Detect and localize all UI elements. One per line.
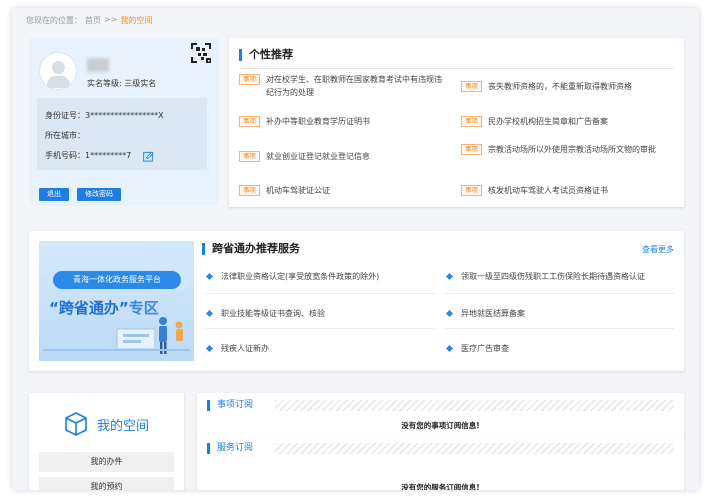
cross-service-text[interactable]: 法律职业资格认定(享受放宽条件政策的除外) xyxy=(221,271,379,282)
id-label: 身份证号： xyxy=(45,111,85,120)
cross-province-card: 青海一体化政务服务平台 “跨省通办”专区 跨省通办推荐服务 查看更多 法律职业资… xyxy=(29,231,684,371)
breadcrumb-prefix: 您现在的位置： xyxy=(26,16,82,25)
item-tag: 事项 xyxy=(461,81,482,92)
city-row: 所在城市： xyxy=(45,126,199,146)
divider xyxy=(445,328,674,329)
rec-item-text[interactable]: 宗教活动场所以外使用宗教活动场所文物的审批 xyxy=(488,143,656,156)
cross-province-banner[interactable]: 青海一体化政务服务平台 “跨省通办”专区 xyxy=(39,241,194,361)
diamond-bullet-icon xyxy=(205,309,214,317)
phone-label: 手机号码： xyxy=(45,151,85,160)
rec-item[interactable]: 事项 补办中等职业教育学历证明书 xyxy=(239,115,444,128)
rec-item[interactable]: 事项 宗教活动场所以外使用宗教活动场所文物的审批 xyxy=(461,143,666,156)
decorative-stripes xyxy=(275,443,674,454)
breadcrumb: 您现在的位置： 首页 >> 我的空间 xyxy=(26,15,152,26)
cross-service-text[interactable]: 医疗广告审查 xyxy=(461,343,509,354)
service-subscription-card: 服务订阅 没有您的服务订阅信息! xyxy=(197,436,684,490)
rec-item-text[interactable]: 补办中等职业教育学历证明书 xyxy=(266,115,370,128)
rec-item[interactable]: 事项 核发机动车驾驶人考试员资格证书 xyxy=(461,184,666,197)
service-subscription-title: 服务订阅 xyxy=(207,443,253,454)
banner-heading-zone: 专区 xyxy=(128,299,159,317)
see-more-link[interactable]: 查看更多 xyxy=(642,244,674,255)
item-tag: 事项 xyxy=(461,185,482,196)
diamond-bullet-icon xyxy=(205,272,214,280)
rec-item[interactable]: 事项 丧失教师资格的，不能重新取得教师资格 xyxy=(461,80,666,93)
rec-item-text[interactable]: 机动车驾驶证公证 xyxy=(266,184,330,197)
rec-item[interactable]: 事项 就业创业证登记就业登记信息 xyxy=(239,150,444,163)
cross-province-title: 跨省通办推荐服务 xyxy=(202,243,300,255)
rec-item-text[interactable]: 丧失教师资格的，不能重新取得教师资格 xyxy=(488,80,632,93)
item-tag: 事项 xyxy=(461,144,482,155)
divider xyxy=(239,68,674,69)
divider xyxy=(445,293,674,294)
cross-service-text[interactable]: 职业技能等级证书查询、核验 xyxy=(221,308,325,319)
item-tag: 事项 xyxy=(239,151,260,162)
rec-item-text[interactable]: 就业创业证登记就业登记信息 xyxy=(266,150,370,163)
cube-icon xyxy=(65,412,87,436)
diamond-bullet-icon xyxy=(205,344,214,352)
id-value: 3*****************X xyxy=(85,111,164,120)
my-space-item[interactable]: 我的办件 xyxy=(39,452,174,472)
item-tag: 事项 xyxy=(239,74,260,85)
cross-service-item[interactable]: 残疾人证新办 xyxy=(205,341,269,355)
banner-platform-label: 青海一体化政务服务平台 xyxy=(53,271,181,289)
item-tag: 事项 xyxy=(239,185,260,196)
city-label: 所在城市： xyxy=(45,131,85,140)
divider xyxy=(205,293,435,294)
user-info-panel: 实名等级: 三级实名 身份证号： 3*****************X 所在城… xyxy=(29,38,219,206)
phone-row: 手机号码： 1*********7 xyxy=(45,146,199,166)
item-subscription-empty-message: 没有您的事项订阅信息! xyxy=(401,421,480,430)
diamond-bullet-icon xyxy=(445,272,454,280)
edit-icon[interactable] xyxy=(143,151,154,162)
cross-service-text[interactable]: 异地就医结算备案 xyxy=(461,308,525,319)
my-space-title: 我的空间 xyxy=(97,419,150,434)
item-tag: 事项 xyxy=(461,116,482,127)
diamond-bullet-icon xyxy=(445,309,454,317)
rec-item[interactable]: 事项 机动车驾驶证公证 xyxy=(239,184,444,197)
user-actions: 退出 修改密码 xyxy=(39,188,121,201)
item-subscription-card: 事项订阅 没有您的事项订阅信息! xyxy=(197,393,684,438)
qr-code-icon[interactable] xyxy=(189,41,213,65)
avatar xyxy=(39,52,77,90)
item-subscription-title: 事项订阅 xyxy=(207,400,253,411)
cross-service-item[interactable]: 医疗广告审查 xyxy=(445,341,509,355)
page-frame: 您现在的位置： 首页 >> 我的空间 实名等级: 三级实名 身份证号： 3***… xyxy=(12,8,699,490)
breadcrumb-home[interactable]: 首页 xyxy=(85,15,101,26)
item-tag: 事项 xyxy=(239,116,260,127)
user-details: 身份证号： 3*****************X 所在城市： 手机号码： 1*… xyxy=(37,98,207,170)
recommendations-title: 个性推荐 xyxy=(239,49,293,61)
cross-service-item[interactable]: 职业技能等级证书查询、核验 xyxy=(205,306,325,320)
cross-service-text[interactable]: 残疾人证新办 xyxy=(221,343,269,354)
rec-item-text[interactable]: 核发机动车驾驶人考试员资格证书 xyxy=(488,184,608,197)
cross-service-item[interactable]: 法律职业资格认定(享受放宽条件政策的除外) xyxy=(205,269,379,283)
change-password-button[interactable]: 修改密码 xyxy=(77,188,121,201)
cross-service-text[interactable]: 领取一级至四级伤残职工工伤保险长期待遇资格认证 xyxy=(461,271,645,282)
cross-service-item[interactable]: 领取一级至四级伤残职工工伤保险长期待遇资格认证 xyxy=(445,269,645,283)
cross-service-item[interactable]: 异地就医结算备案 xyxy=(445,306,525,320)
my-space-card: 我的空间 我的办件 我的预约 xyxy=(29,393,184,490)
rec-item-text[interactable]: 对在校学生、在职教师在国家教育考试中有违规违纪行为的处理 xyxy=(266,73,444,99)
user-name-blurred xyxy=(87,58,109,72)
divider xyxy=(205,328,435,329)
banner-heading: “跨省通办”专区 xyxy=(49,297,159,318)
rec-item[interactable]: 事项 对在校学生、在职教师在国家教育考试中有违规违纪行为的处理 xyxy=(239,73,444,99)
rec-item[interactable]: 事项 民办学校机构招生简章和广告备案 xyxy=(461,115,666,128)
my-space-item[interactable]: 我的预约 xyxy=(39,477,174,490)
breadcrumb-separator: >> xyxy=(104,15,118,24)
diamond-bullet-icon xyxy=(445,344,454,352)
banner-heading-main: “跨省通办” xyxy=(49,299,129,317)
recommendations-card: 个性推荐 事项 对在校学生、在职教师在国家教育考试中有违规违纪行为的处理 事项 … xyxy=(229,38,684,207)
decorative-stripes xyxy=(275,400,674,411)
logout-button[interactable]: 退出 xyxy=(39,188,69,201)
phone-value: 1*********7 xyxy=(85,151,132,160)
rec-item-text[interactable]: 民办学校机构招生简章和广告备案 xyxy=(488,115,608,128)
verification-level: 实名等级: 三级实名 xyxy=(87,79,157,88)
id-number-row: 身份证号： 3*****************X xyxy=(45,106,199,126)
service-subscription-empty-message: 没有您的服务订阅信息! xyxy=(401,483,480,490)
breadcrumb-current: 我的空间 xyxy=(120,16,153,25)
